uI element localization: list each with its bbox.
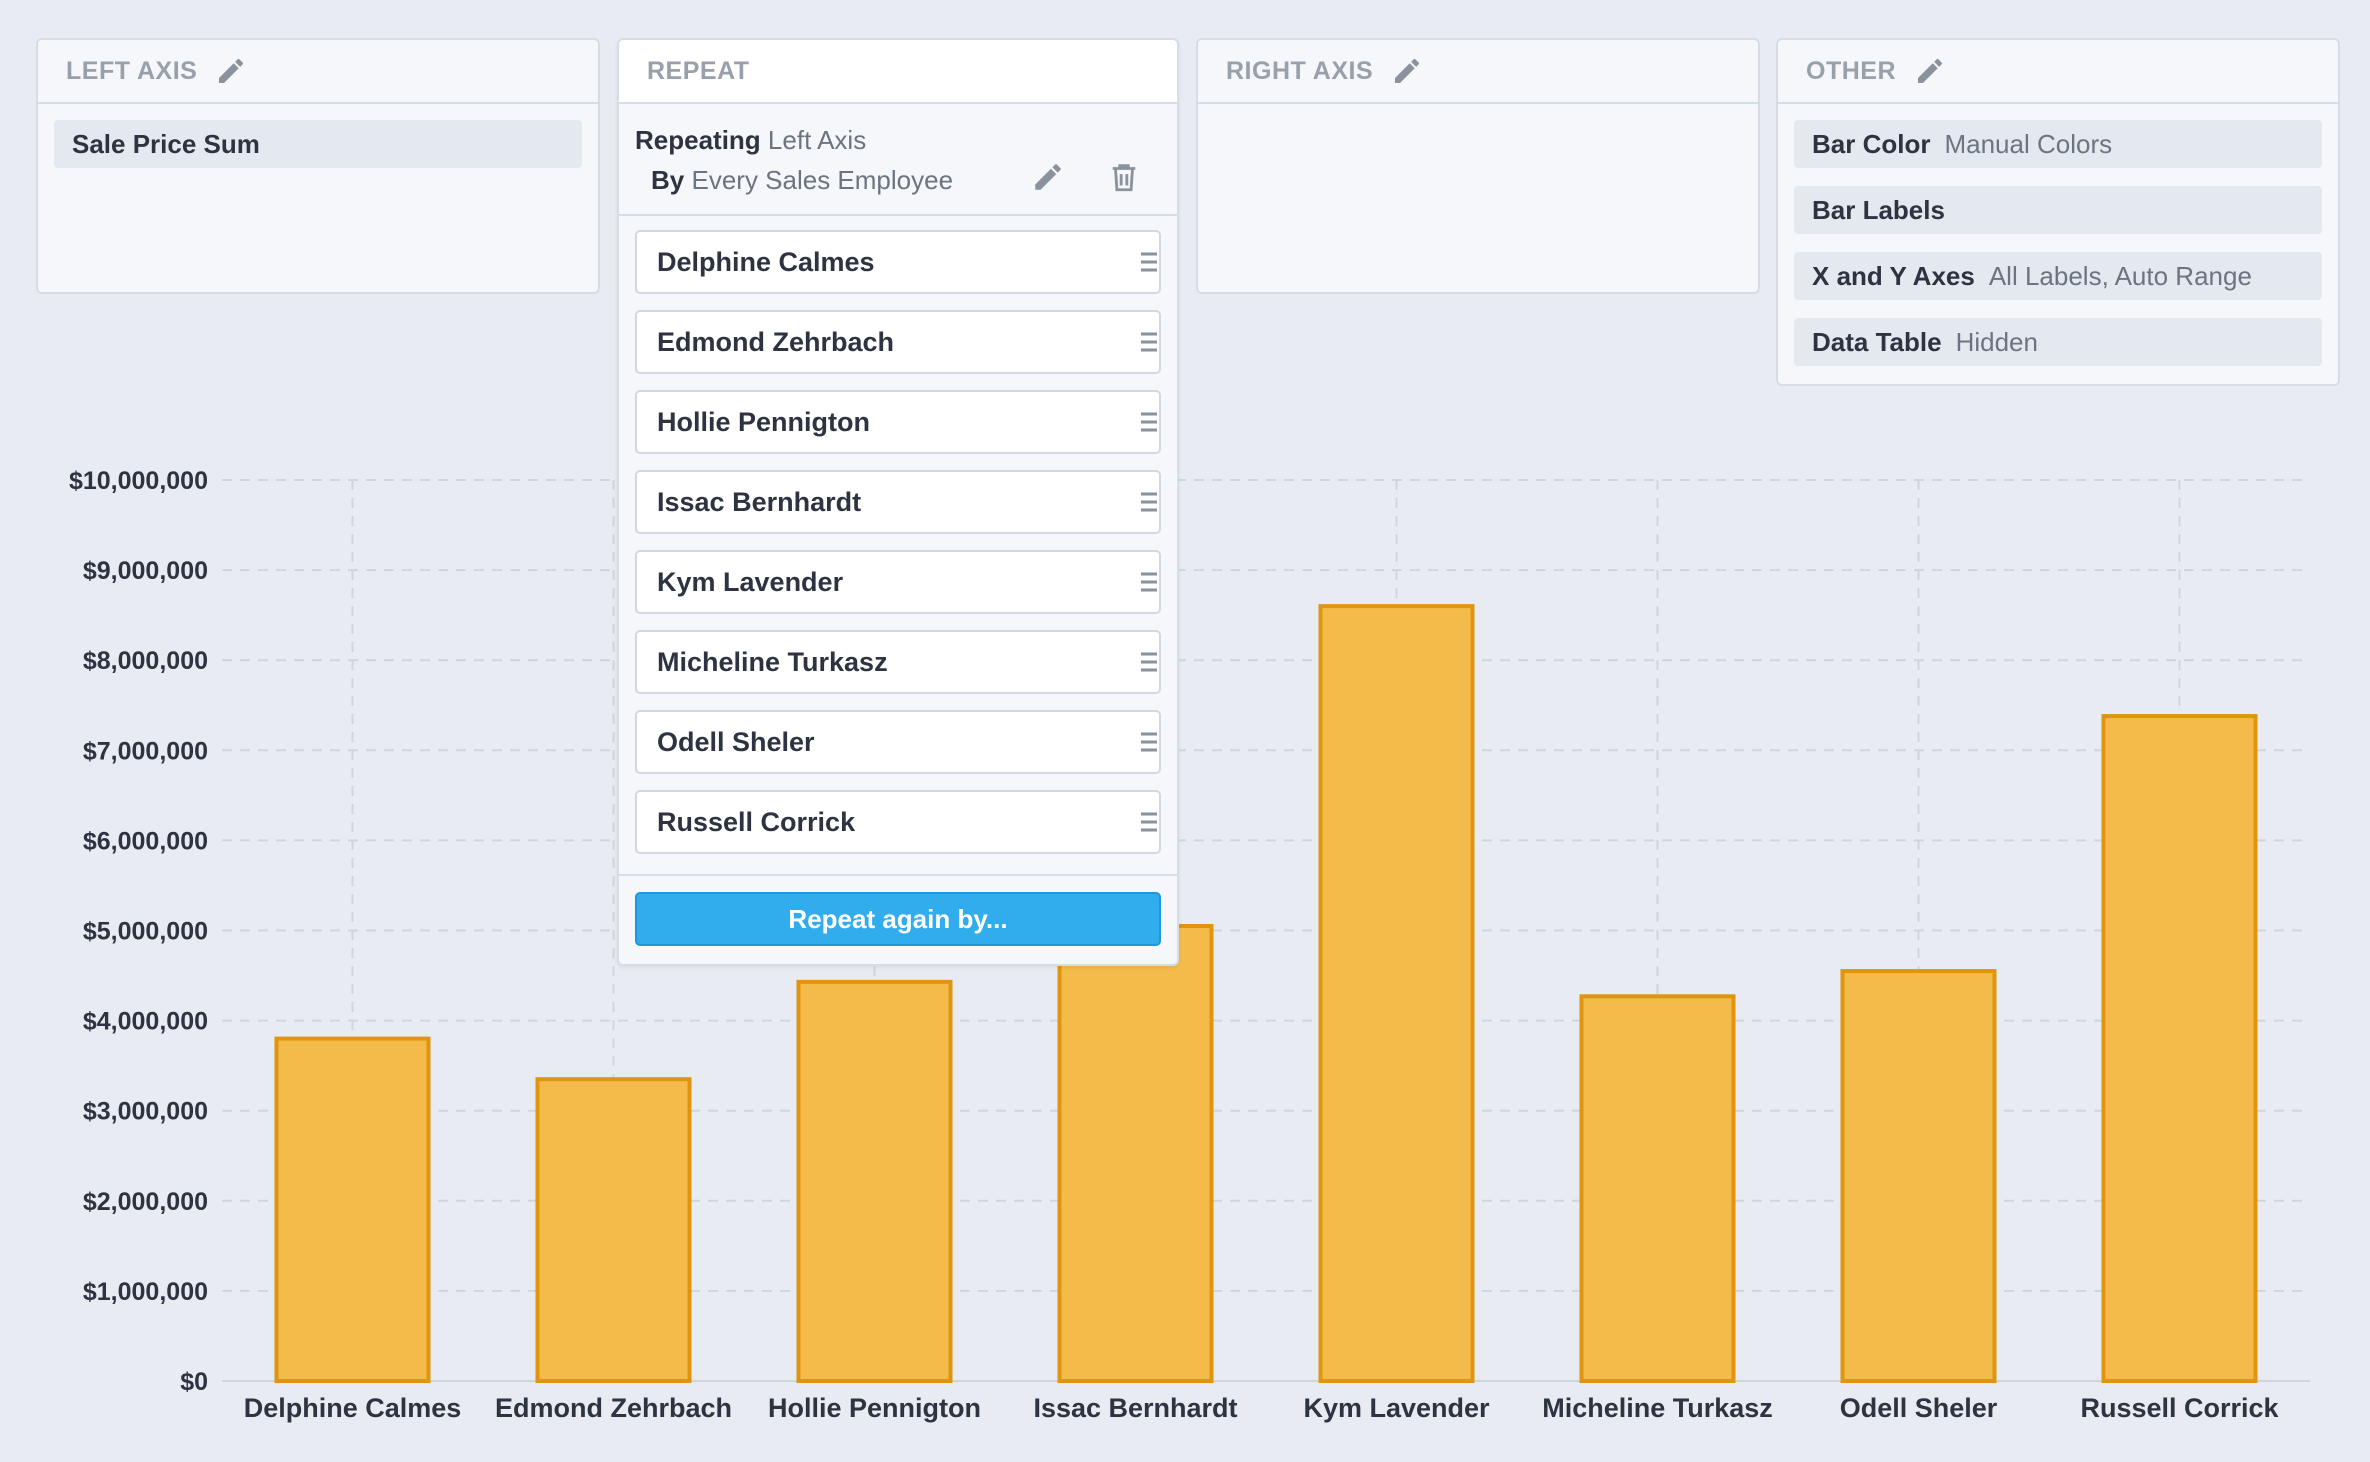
chart-grid — [222, 479, 2310, 1382]
employee-item[interactable]: Odell Sheler — [635, 710, 1161, 774]
x-tick-label: Issac Bernhardt — [1033, 1393, 1237, 1423]
bar[interactable] — [1318, 604, 1475, 1383]
pencil-icon[interactable] — [1391, 55, 1423, 87]
repeat-title: REPEAT — [647, 56, 750, 85]
drag-handle-icon[interactable] — [1139, 651, 1159, 673]
repeating-value: Left Axis — [767, 125, 867, 155]
bar[interactable] — [796, 979, 953, 1383]
employee-item[interactable]: Russell Corrick — [635, 790, 1161, 854]
employee-name: Issac Bernhardt — [657, 486, 862, 517]
employee-item[interactable]: Issac Bernhardt — [635, 470, 1161, 534]
bar[interactable] — [274, 1036, 431, 1383]
repeating-line: Repeating Left Axis — [635, 120, 1161, 160]
drag-handle-icon[interactable] — [1139, 731, 1159, 753]
pencil-icon[interactable] — [1031, 160, 1065, 194]
employee-name: Hollie Pennigton — [657, 406, 870, 437]
left-axis-header: LEFT AXIS — [38, 40, 598, 104]
bar[interactable] — [1057, 923, 1214, 1383]
x-tick-label: Hollie Pennigton — [768, 1393, 981, 1423]
y-tick-label: $7,000,000 — [83, 737, 208, 765]
y-tick-label: $0 — [180, 1368, 208, 1396]
other-panel: OTHER Bar Color Manual Colors Bar Labels… — [1776, 38, 2340, 386]
setting-key: Bar Labels — [1812, 194, 1945, 225]
employee-name: Kym Lavender — [657, 566, 844, 597]
bar-color-setting[interactable]: Bar Color Manual Colors — [1794, 120, 2322, 168]
employee-item[interactable]: Kym Lavender — [635, 550, 1161, 614]
y-tick-label: $9,000,000 — [83, 557, 208, 585]
y-tick-label: $10,000,000 — [69, 467, 208, 495]
setting-key: X and Y Axes — [1812, 260, 1975, 291]
setting-value: Manual Colors — [1944, 128, 2113, 159]
data-table-setting[interactable]: Data Table Hidden — [1794, 318, 2322, 366]
y-axis-ticks: $0 $1,000,000 $2,000,000 $3,000,000 $4,000,0… — [69, 467, 208, 1396]
x-tick-label: Delphine Calmes — [244, 1393, 462, 1423]
y-tick-label: $1,000,000 — [83, 1278, 208, 1306]
employee-name: Delphine Calmes — [657, 246, 875, 277]
y-tick-label: $8,000,000 — [83, 647, 208, 675]
trash-icon[interactable] — [1107, 160, 1141, 194]
employee-name: Odell Sheler — [657, 726, 815, 757]
y-tick-label: $2,000,000 — [83, 1188, 208, 1216]
axes-setting[interactable]: X and Y Axes All Labels, Auto Range — [1794, 252, 2322, 300]
right-axis-title: RIGHT AXIS — [1226, 56, 1374, 85]
right-axis-header: RIGHT AXIS — [1198, 40, 1758, 104]
x-axis-ticks: Delphine Calmes Edmond Zehrbach Hollie Pen… — [244, 1393, 2280, 1423]
pencil-icon[interactable] — [1914, 55, 1946, 87]
x-tick-label: Edmond Zehrbach — [495, 1393, 732, 1423]
employee-name: Micheline Turkasz — [657, 646, 888, 677]
employee-item[interactable]: Micheline Turkasz — [635, 630, 1161, 694]
repeating-key: Repeating — [635, 125, 761, 155]
right-axis-panel: RIGHT AXIS — [1196, 38, 1760, 294]
y-tick-label: $6,000,000 — [83, 827, 208, 855]
other-header: OTHER — [1778, 40, 2338, 104]
employee-list: Delphine Calmes Edmond Zehrbach Hollie P… — [619, 216, 1177, 876]
employee-name: Russell Corrick — [657, 806, 856, 837]
y-tick-label: $4,000,000 — [83, 1008, 208, 1036]
left-axis-title: LEFT AXIS — [66, 56, 198, 85]
setting-value: Hidden — [1955, 326, 2038, 357]
drag-handle-icon[interactable] — [1139, 411, 1159, 433]
employee-item[interactable]: Edmond Zehrbach — [635, 310, 1161, 374]
chart-bars — [274, 604, 2258, 1384]
y-tick-label: $5,000,000 — [83, 918, 208, 946]
bar[interactable] — [535, 1077, 692, 1384]
drag-handle-icon[interactable] — [1139, 491, 1159, 513]
employee-item[interactable]: Delphine Calmes — [635, 230, 1161, 294]
other-title: OTHER — [1806, 56, 1896, 85]
by-value: Every Sales Employee — [691, 165, 954, 195]
series-label: Sale Price Sum — [72, 128, 260, 159]
repeat-header: REPEAT — [619, 40, 1177, 104]
bar-labels-setting[interactable]: Bar Labels — [1794, 186, 2322, 234]
left-axis-panel: LEFT AXIS Sale Price Sum — [36, 38, 600, 294]
bar[interactable] — [2101, 714, 2258, 1383]
y-tick-label: $3,000,000 — [83, 1098, 208, 1126]
pencil-icon[interactable] — [215, 55, 247, 87]
by-key: By — [651, 165, 685, 195]
repeat-again-button[interactable]: Repeat again by... — [635, 892, 1161, 946]
drag-handle-icon[interactable] — [1139, 331, 1159, 353]
repeat-config[interactable]: Repeating Left Axis By Every Sales Emplo… — [619, 104, 1177, 216]
bar[interactable] — [1840, 969, 1997, 1383]
x-tick-label: Russell Corrick — [2080, 1393, 2279, 1423]
x-tick-label: Odell Sheler — [1840, 1393, 1998, 1423]
employee-item[interactable]: Hollie Pennigton — [635, 390, 1161, 454]
x-tick-label: Micheline Turkasz — [1542, 1393, 1773, 1423]
setting-value: All Labels, Auto Range — [1988, 260, 2252, 291]
drag-handle-icon[interactable] — [1139, 811, 1159, 833]
bar[interactable] — [1579, 994, 1736, 1383]
drag-handle-icon[interactable] — [1139, 571, 1159, 593]
setting-key: Bar Color — [1812, 128, 1931, 159]
employee-name: Edmond Zehrbach — [657, 326, 895, 357]
repeat-panel: REPEAT Repeating Left Axis By Every Sale… — [617, 38, 1179, 966]
drag-handle-icon[interactable] — [1139, 251, 1159, 273]
left-axis-series-pill[interactable]: Sale Price Sum — [54, 120, 582, 168]
x-tick-label: Kym Lavender — [1303, 1393, 1490, 1423]
setting-key: Data Table — [1812, 326, 1942, 357]
